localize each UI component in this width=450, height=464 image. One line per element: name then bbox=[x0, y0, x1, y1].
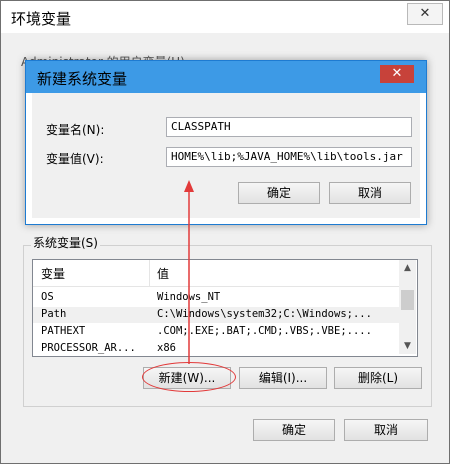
annotation-arrow bbox=[184, 180, 194, 364]
arrow-head-icon bbox=[184, 180, 194, 192]
